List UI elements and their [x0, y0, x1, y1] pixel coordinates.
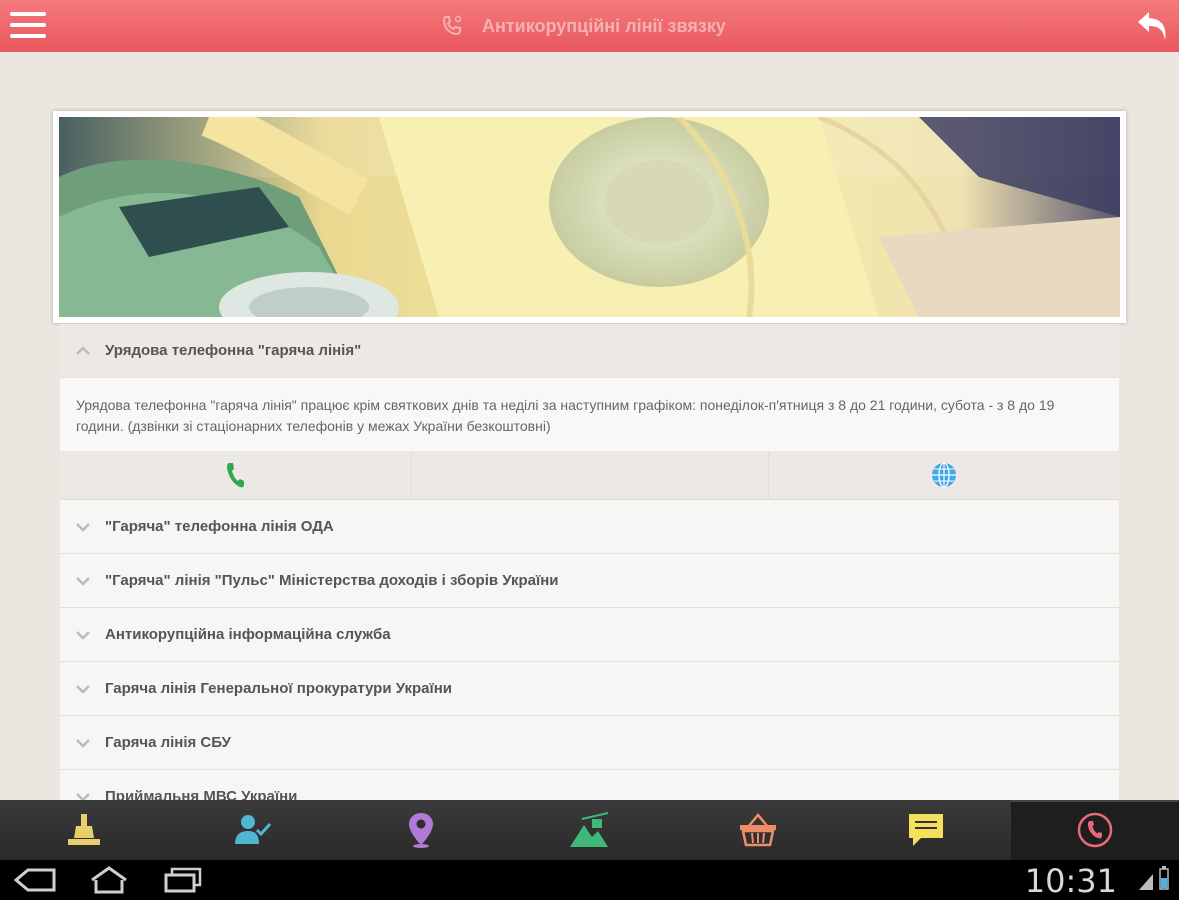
accordion-title: "Гаряча" телефонна лінія ОДА	[105, 518, 334, 535]
phone-call-icon	[226, 463, 244, 488]
phone-icon	[442, 15, 462, 36]
accordion-item-oda[interactable]: "Гаряча" телефонна лінія ОДА	[60, 500, 1119, 554]
accordion-item-sbu[interactable]: Гаряча лінія СБУ	[60, 716, 1119, 770]
app-header: Антикорупційні лінії звязку	[0, 0, 1179, 52]
hamburger-menu-icon[interactable]	[10, 12, 46, 40]
recent-apps-icon[interactable]	[162, 866, 204, 894]
chevron-down-icon	[60, 684, 105, 694]
banner-image	[53, 111, 1126, 323]
nav-item-messages[interactable]	[842, 800, 1010, 860]
system-bar: 10:31	[0, 860, 1179, 900]
telephones-photo	[59, 117, 1120, 317]
accordion-title: Приймальня МВС України	[105, 788, 298, 800]
person-check-icon	[234, 815, 271, 844]
call-button[interactable]	[60, 451, 411, 499]
signal-icon	[1139, 874, 1153, 890]
hotline-accordion: Урядова телефонна "гаряча лінія" Урядова…	[60, 324, 1119, 800]
clock: 10:31	[1024, 862, 1117, 900]
accordion-title: "Гаряча" лінія "Пульс" Міністерства дохо…	[105, 572, 559, 589]
globe-icon	[932, 462, 956, 488]
accordion-title: Гаряча лінія СБУ	[105, 734, 231, 751]
page-title: Антикорупційні лінії звязку	[482, 15, 726, 36]
empty-action	[411, 451, 768, 499]
nav-item-tourism[interactable]	[505, 800, 673, 860]
chevron-down-icon	[60, 738, 105, 748]
chat-icon	[909, 814, 944, 846]
phone-circle-icon	[1077, 812, 1112, 848]
map-pin-icon	[409, 813, 434, 848]
bottom-navigation	[0, 800, 1179, 860]
accordion-item-puls[interactable]: "Гаряча" лінія "Пульс" Міністерства дохо…	[60, 554, 1119, 608]
accordion-title: Урядова телефонна "гаряча лінія"	[105, 342, 362, 359]
basket-icon	[739, 813, 776, 847]
accordion-item-anticorruption[interactable]: Антикорупційна інформаційна служба	[60, 608, 1119, 662]
accordion-title: Антикорупційна інформаційна служба	[105, 626, 391, 643]
website-button[interactable]	[768, 451, 1119, 499]
action-bar	[60, 451, 1119, 500]
nav-item-landmarks[interactable]	[0, 800, 168, 860]
nav-item-officials[interactable]	[168, 800, 336, 860]
accordion-item-mvs[interactable]: Приймальня МВС України	[60, 770, 1119, 800]
accordion-title: Гаряча лінія Генеральної прокуратури Укр…	[105, 680, 453, 697]
back-nav-icon[interactable]	[14, 866, 56, 894]
chevron-up-icon	[60, 345, 105, 356]
header-title-group: Антикорупційні лінії звязку	[440, 0, 726, 52]
chevron-down-icon	[60, 576, 105, 586]
chevron-down-icon	[60, 630, 105, 640]
mountain-cable-car-icon	[570, 812, 609, 847]
back-arrow-icon[interactable]	[1135, 8, 1171, 44]
home-nav-icon[interactable]	[88, 866, 130, 894]
accordion-header-open[interactable]: Урядова телефонна "гаряча лінія"	[60, 324, 1119, 378]
accordion-body-text: Урядова телефонна "гаряча лінія" працює …	[60, 378, 1119, 451]
accordion-item-prosecutor[interactable]: Гаряча лінія Генеральної прокуратури Укр…	[60, 662, 1119, 716]
chevron-down-icon	[60, 792, 105, 800]
nav-item-map[interactable]	[337, 800, 505, 860]
battery-icon	[1159, 866, 1169, 890]
nav-item-shopping[interactable]	[674, 800, 842, 860]
chevron-down-icon	[60, 522, 105, 532]
monument-icon	[68, 814, 101, 845]
nav-item-hotlines[interactable]	[1010, 800, 1179, 860]
